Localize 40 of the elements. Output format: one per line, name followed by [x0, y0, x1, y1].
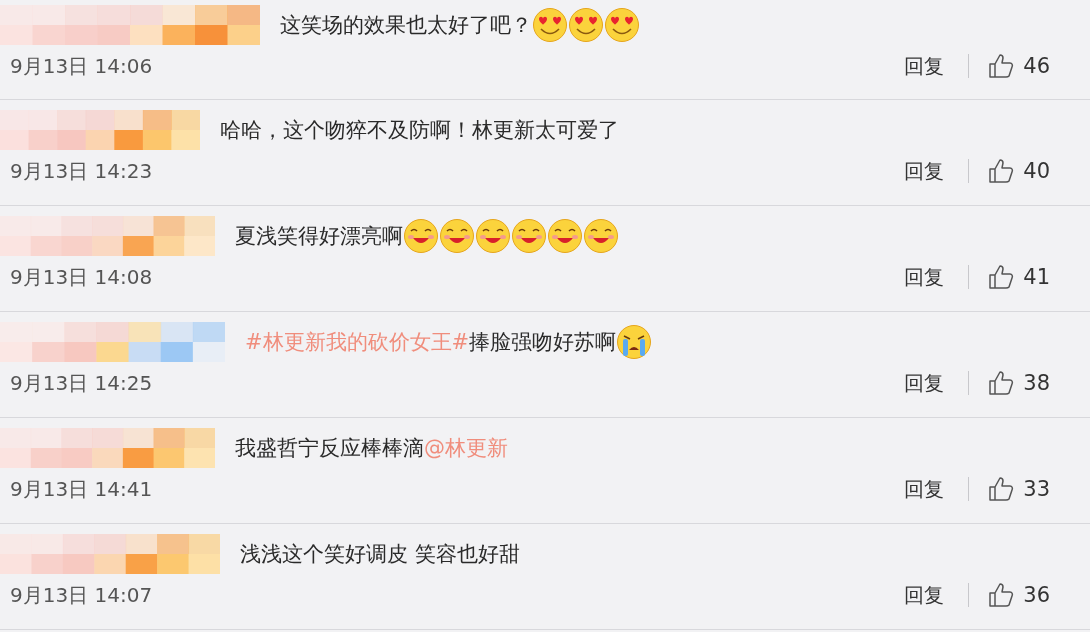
- thumbs-up-icon: [987, 475, 1016, 503]
- crying-face-emoji-icon: [616, 324, 653, 360]
- comment-text: 这笑场的效果也太好了吧？: [280, 12, 532, 39]
- like-button[interactable]: 46: [987, 52, 1050, 80]
- comment-time: 9月13日 14:23: [10, 157, 153, 185]
- thumbs-up-icon: [987, 52, 1016, 80]
- thumbs-up-icon: [987, 581, 1016, 609]
- like-button[interactable]: 40: [987, 157, 1050, 185]
- heart-eyes-emoji-icon: [532, 7, 568, 43]
- comment-text: 浅浅这个笑好调皮 笑容也好甜: [240, 541, 520, 568]
- comment-text: 哈哈，这个吻猝不及防啊！林更新太可爱了: [220, 117, 619, 144]
- reply-link[interactable]: 回复: [904, 157, 945, 185]
- smiling-face-emoji-icon: [439, 218, 475, 254]
- thumbs-up-icon: [987, 157, 1016, 185]
- reply-link[interactable]: 回复: [904, 475, 945, 503]
- smiling-face-emoji-icon: [475, 218, 511, 254]
- like-button[interactable]: 41: [987, 263, 1050, 291]
- reply-link[interactable]: 回复: [904, 263, 945, 291]
- comment-time: 9月13日 14:25: [10, 369, 153, 397]
- comment-time: 9月13日 14:41: [10, 475, 153, 503]
- reply-link[interactable]: 回复: [904, 581, 945, 609]
- smiling-face-emoji-icon: [583, 218, 619, 254]
- like-button[interactable]: 38: [987, 369, 1050, 397]
- comment-text: 夏浅笑得好漂亮啊: [235, 223, 403, 250]
- comment-text: 我盛哲宁反应棒棒滴: [235, 435, 424, 462]
- comment-time: 9月13日 14:07: [10, 581, 153, 609]
- like-button[interactable]: 36: [987, 581, 1050, 609]
- smiling-face-emoji-icon: [547, 218, 583, 254]
- smiling-face-emoji-icon: [511, 218, 547, 254]
- reply-link[interactable]: 回复: [904, 369, 945, 397]
- thumbs-up-icon: [987, 263, 1016, 291]
- reply-link[interactable]: 回复: [904, 52, 945, 80]
- smiling-face-emoji-icon: [403, 218, 439, 254]
- comment-text: 捧脸强吻好苏啊: [469, 329, 617, 356]
- heart-eyes-emoji-icon: [604, 7, 640, 43]
- comment-time: 9月13日 14:08: [10, 263, 153, 291]
- heart-eyes-emoji-icon: [568, 7, 604, 43]
- comment-time: 9月13日 14:06: [10, 52, 153, 80]
- like-button[interactable]: 33: [987, 475, 1050, 503]
- thumbs-up-icon: [987, 369, 1016, 397]
